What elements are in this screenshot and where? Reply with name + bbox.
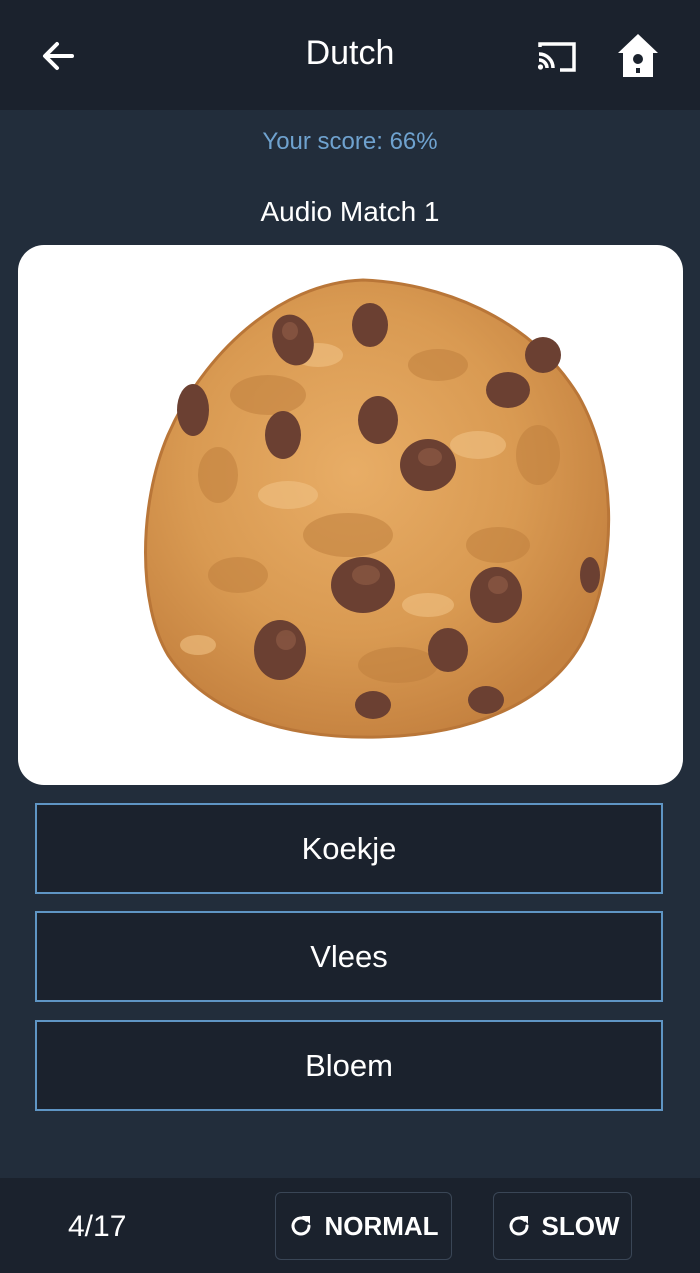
replay-icon [506, 1213, 532, 1239]
cookie-illustration [144, 278, 611, 739]
back-button[interactable] [36, 34, 80, 78]
replay-icon [288, 1213, 314, 1239]
play-normal-label: NORMAL [324, 1210, 439, 1241]
page-title: Dutch [305, 34, 395, 72]
answer-option-2[interactable]: Vlees [35, 911, 663, 1002]
prompt-image [18, 245, 683, 785]
progress-counter: 4/17 [68, 1210, 127, 1243]
home-button[interactable] [614, 30, 662, 82]
arrow-left-icon [43, 42, 74, 70]
bottom-bar: 4/17 NORMAL SLOW [0, 1178, 700, 1273]
app-bar: Dutch [0, 0, 700, 110]
exercise-title: Audio Match 1 [260, 196, 440, 227]
play-normal-button[interactable]: NORMAL [275, 1192, 452, 1260]
play-slow-button[interactable]: SLOW [493, 1192, 632, 1260]
cast-button[interactable] [532, 34, 580, 78]
birdhouse-icon [618, 34, 658, 77]
cast-icon [537, 42, 576, 72]
answer-option-1[interactable]: Koekje [35, 803, 663, 894]
answer-option-3[interactable]: Bloem [35, 1020, 663, 1111]
score-text: Your score: 66% [262, 128, 438, 155]
play-slow-label: SLOW [541, 1210, 620, 1241]
